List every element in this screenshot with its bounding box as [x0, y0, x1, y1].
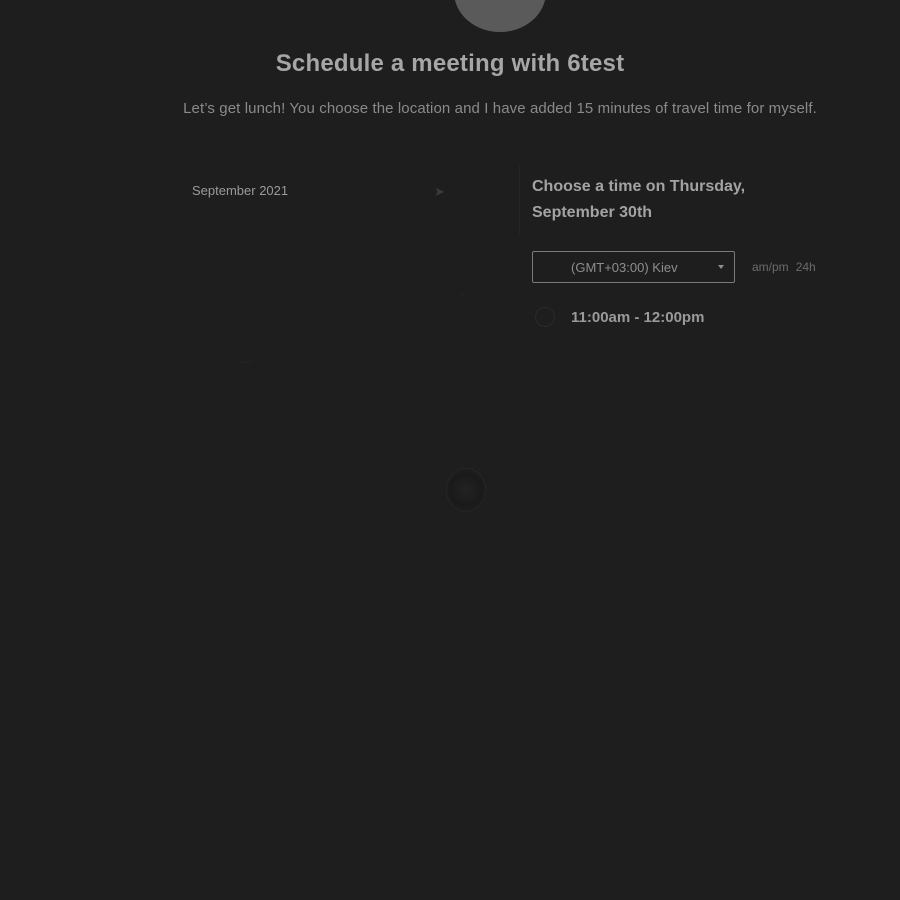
weekday-mark: ·: [377, 231, 382, 243]
slot-radio-icon[interactable]: [535, 307, 555, 327]
faint-day-mark: ‿: [242, 349, 252, 363]
meeting-description: Let’s get lunch! You choose the location…: [183, 100, 817, 117]
format-24h-option[interactable]: 24h: [796, 260, 816, 274]
date-picker-calendar: September 2021 ➤ · · · · · · · - ‿: [176, 165, 512, 525]
format-ampm-option[interactable]: am/pm: [752, 260, 789, 274]
faint-day-mark: -: [460, 287, 464, 301]
timezone-value: (GMT+03:00) Kiev: [571, 260, 678, 275]
selected-date-heading: Choose a time on Thursday, September 30t…: [532, 178, 746, 221]
slot-time-label: 11:00am - 12:00pm: [571, 308, 705, 326]
powered-by-logo-icon: [446, 468, 486, 512]
chevron-right-icon[interactable]: ➤: [434, 185, 445, 198]
weekday-mark: ·: [244, 231, 249, 243]
weekday-mark: ·: [466, 231, 470, 243]
timezone-select[interactable]: (GMT+03:00) Kiev: [532, 251, 735, 283]
host-avatar: [454, 0, 546, 32]
page-title: Schedule a meeting with 6test: [275, 50, 625, 77]
weekday-mark: ·: [333, 231, 337, 243]
time-format-toggle: am/pm 24h: [752, 260, 816, 274]
scheduling-page: Schedule a meeting with 6test Let’s get …: [0, 0, 900, 900]
time-slot[interactable]: 11:00am - 12:00pm: [535, 305, 704, 329]
weekday-mark: ·: [421, 231, 426, 243]
month-label: September 2021: [192, 183, 289, 198]
weekday-mark: ·: [288, 231, 293, 243]
caret-down-icon: [718, 265, 724, 269]
weekday-mark: ·: [200, 231, 204, 243]
panel-divider: [519, 165, 520, 235]
weekday-row: · · · · · · ·: [200, 231, 470, 243]
